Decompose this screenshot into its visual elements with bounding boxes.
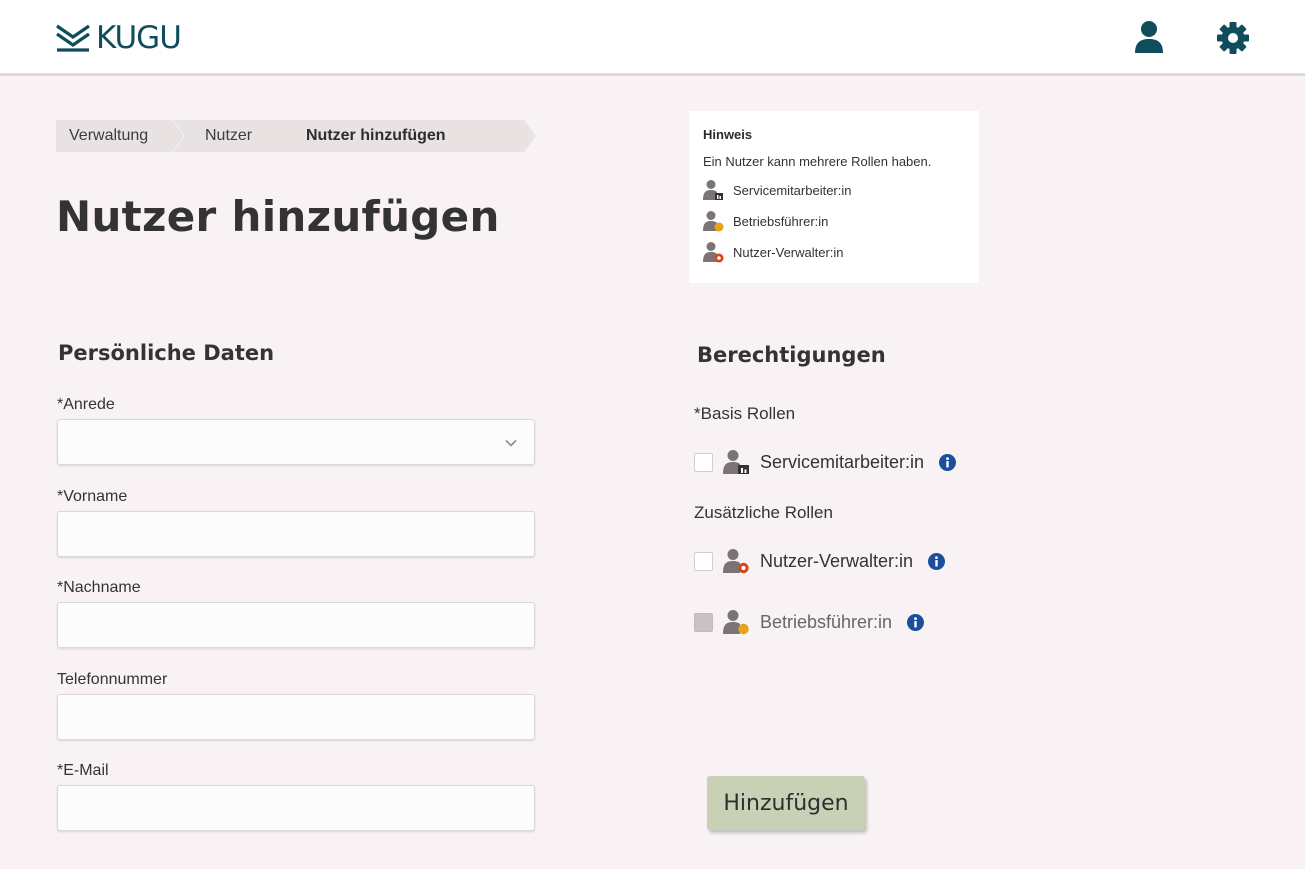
admin-role-label: Nutzer-Verwalter:in <box>760 550 914 571</box>
firstname-input[interactable] <box>58 512 534 556</box>
logo-chevrons-icon <box>56 24 90 52</box>
role-row-admin: Nutzer-Verwalter:in <box>694 548 946 574</box>
role-row-operator: Betriebsführer:in <box>694 609 925 635</box>
breadcrumb-item-current: Nutzer hinzufügen <box>274 120 536 152</box>
additional-roles-label: Zusätzliche Rollen <box>694 503 833 522</box>
hint-role-operator: Betriebsführer:in <box>703 210 965 232</box>
breadcrumb-item-verwaltung[interactable]: Verwaltung <box>56 120 184 152</box>
email-input[interactable] <box>58 786 534 830</box>
chevron-down-icon <box>505 439 517 447</box>
salutation-label: *Anrede <box>57 396 115 413</box>
add-button[interactable]: Hinzufügen <box>707 776 865 830</box>
hint-box: Hinweis Ein Nutzer kann mehrere Rollen h… <box>689 111 979 283</box>
top-bar: KUGU <box>0 0 1305 76</box>
info-icon[interactable] <box>928 552 946 570</box>
operator-role-label: Betriebsführer:in <box>760 611 893 632</box>
hint-title: Hinweis <box>703 127 753 142</box>
lastname-field[interactable] <box>57 602 535 648</box>
service-role-checkbox[interactable] <box>694 452 713 472</box>
hint-role-label: Betriebsführer:in <box>733 213 829 229</box>
lastname-label: *Nachname <box>57 579 141 596</box>
email-label: *E-Mail <box>57 762 109 779</box>
admin-role-icon <box>723 549 749 574</box>
info-icon[interactable] <box>907 613 925 631</box>
hint-role-service: Servicemitarbeiter:in <box>703 179 965 201</box>
info-icon[interactable] <box>939 453 957 471</box>
firstname-field[interactable] <box>57 511 535 557</box>
breadcrumb-item-nutzer[interactable]: Nutzer <box>173 120 289 152</box>
firstname-label: *Vorname <box>57 488 128 505</box>
gear-icon[interactable] <box>1216 20 1250 56</box>
phone-label: Telefonnummer <box>57 671 168 688</box>
service-role-label: Servicemitarbeiter:in <box>760 451 925 472</box>
personal-data-title: Persönliche Daten <box>58 341 275 365</box>
lastname-input[interactable] <box>58 603 534 647</box>
operator-role-icon <box>723 610 749 635</box>
hint-role-label: Nutzer-Verwalter:in <box>733 244 844 260</box>
operator-role-checkbox <box>694 612 713 632</box>
phone-input[interactable] <box>58 695 534 739</box>
page-title: Nutzer hinzufügen <box>56 192 500 241</box>
admin-role-checkbox[interactable] <box>694 551 713 571</box>
permissions-title: Berechtigungen <box>697 343 886 367</box>
phone-field[interactable] <box>57 694 535 740</box>
hint-role-admin: Nutzer-Verwalter:in <box>703 241 965 263</box>
salutation-select[interactable] <box>57 419 535 465</box>
basic-roles-label: *Basis Rollen <box>694 404 796 423</box>
role-row-service: Servicemitarbeiter:in <box>694 449 957 475</box>
logo-text: KUGU <box>96 20 182 56</box>
hint-role-label: Servicemitarbeiter:in <box>733 182 852 198</box>
email-field[interactable] <box>57 785 535 831</box>
hint-text: Ein Nutzer kann mehrere Rollen haben. <box>703 154 932 169</box>
service-role-icon <box>723 450 749 474</box>
user-icon[interactable] <box>1132 20 1166 56</box>
admin-role-icon <box>703 242 724 263</box>
service-role-icon <box>703 180 723 200</box>
kugu-logo[interactable]: KUGU <box>56 20 182 56</box>
operator-role-icon <box>703 211 724 232</box>
